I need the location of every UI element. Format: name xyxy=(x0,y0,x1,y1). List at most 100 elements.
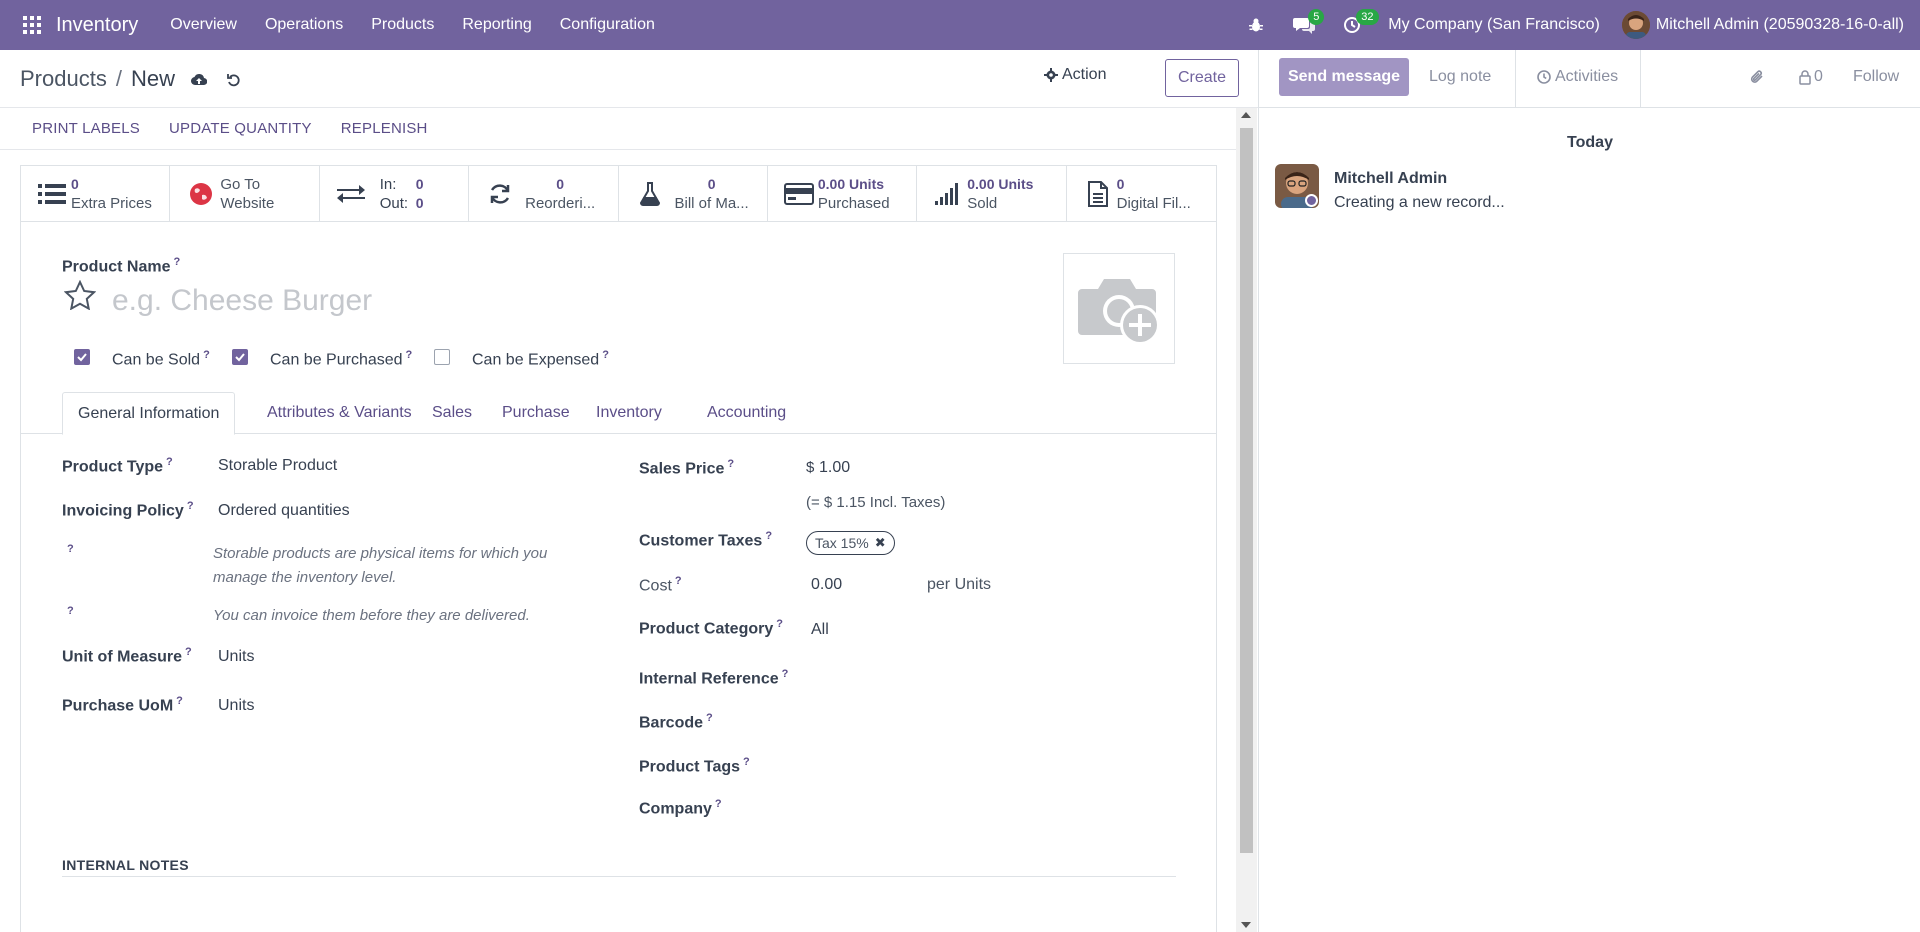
purchased-button[interactable]: 0.00 Units Purchased xyxy=(768,166,918,222)
internal-notes-heading: INTERNAL NOTES xyxy=(62,857,189,873)
unit-of-measure-label: Unit of Measure? xyxy=(62,646,192,666)
app-name[interactable]: Inventory xyxy=(56,14,138,37)
discard-undo-icon[interactable] xyxy=(227,66,241,92)
product-name-input[interactable]: e.g. Cheese Burger xyxy=(112,284,372,318)
company-input[interactable] xyxy=(806,796,1176,822)
globe-icon xyxy=(186,179,216,209)
product-name-label: Product Name? xyxy=(62,256,181,276)
extra-prices-count: 0 xyxy=(71,176,79,192)
product-type-select[interactable]: Storable Product xyxy=(218,457,337,475)
tab-purchase[interactable]: Purchase xyxy=(487,392,585,434)
price-incl-taxes: (= $ 1.15 Incl. Taxes) xyxy=(806,494,946,511)
follow-button[interactable]: Follow xyxy=(1853,68,1899,86)
invoicing-policy-select[interactable]: Ordered quantities xyxy=(218,502,350,520)
remove-tag-icon[interactable]: ✖ xyxy=(875,535,886,551)
smart-buttons: 0 Extra Prices Go To Website In: 0 Out: 0 xyxy=(21,166,1216,222)
flask-icon xyxy=(635,179,665,209)
product-image-upload[interactable] xyxy=(1063,253,1175,364)
in-label: In: xyxy=(379,176,397,193)
log-note-button[interactable]: Log note xyxy=(1429,68,1491,86)
product-category-field[interactable]: All xyxy=(811,621,829,639)
activities-clock-icon[interactable]: 32 xyxy=(1334,0,1379,50)
tab-sales[interactable]: Sales xyxy=(417,392,487,434)
menu-operations[interactable]: Operations xyxy=(251,16,357,34)
menu-products[interactable]: Products xyxy=(357,16,448,34)
purchased-label: Purchased xyxy=(817,195,890,212)
date-separator: Today xyxy=(1567,134,1613,151)
print-labels-button[interactable]: PRINT LABELS xyxy=(32,120,140,137)
internal-notes-editor[interactable] xyxy=(62,882,1176,922)
tab-attributes-variants[interactable]: Attributes & Variants xyxy=(252,392,427,434)
product-category-label: Product Category? xyxy=(639,618,783,638)
messages-count-badge: 5 xyxy=(1308,9,1325,25)
app-menu-grid-icon[interactable] xyxy=(16,9,48,41)
help-mark: ? xyxy=(67,543,74,555)
menu-overview[interactable]: Overview xyxy=(156,16,251,34)
chatter-divider xyxy=(1515,50,1516,108)
credit-card-icon xyxy=(783,179,814,209)
sold-qty: 0.00 Units xyxy=(967,176,1034,192)
in-out-moves-button[interactable]: In: 0 Out: 0 xyxy=(320,166,470,222)
scrollbar-thumb[interactable] xyxy=(1240,128,1253,853)
cost-input[interactable]: 0.00 xyxy=(811,576,842,594)
barcode-label: Barcode? xyxy=(639,712,713,732)
breadcrumb: Products / New xyxy=(20,66,241,92)
save-cloud-icon[interactable] xyxy=(190,66,207,92)
update-quantity-button[interactable]: UPDATE QUANTITY xyxy=(169,120,312,137)
chatter-topbar: Send message Log note Activities 0 Follo… xyxy=(1259,50,1920,108)
reordering-label: Reorderi... xyxy=(525,195,596,212)
message-author[interactable]: Mitchell Admin xyxy=(1334,170,1447,188)
menu-reporting[interactable]: Reporting xyxy=(448,16,545,34)
digital-files-button[interactable]: 0 Digital Fil... xyxy=(1067,166,1216,222)
favorite-star-icon[interactable] xyxy=(63,279,97,315)
company-switcher[interactable]: My Company (San Francisco) xyxy=(1388,16,1600,34)
scroll-up-arrow-icon[interactable] xyxy=(1241,112,1251,118)
activities-label: Activities xyxy=(1555,68,1619,85)
tab-inventory[interactable]: Inventory xyxy=(581,392,677,434)
debug-bug-icon[interactable] xyxy=(1238,0,1274,50)
messages-chat-icon[interactable]: 5 xyxy=(1286,0,1325,50)
followers-button[interactable]: 0 xyxy=(1799,68,1823,86)
form-scrollbar[interactable] xyxy=(1236,108,1257,932)
action-menu-button[interactable]: Action xyxy=(1044,66,1106,84)
can-be-purchased-checkbox[interactable] xyxy=(232,349,248,365)
in-value: 0 xyxy=(415,176,424,192)
can-be-sold-label: Can be Sold? xyxy=(112,349,210,369)
extra-prices-button[interactable]: 0 Extra Prices xyxy=(21,166,171,222)
scroll-down-arrow-icon[interactable] xyxy=(1241,922,1251,928)
send-message-button[interactable]: Send message xyxy=(1279,58,1409,96)
internal-reference-input[interactable] xyxy=(806,666,1176,692)
unit-of-measure-field[interactable]: Units xyxy=(218,648,254,666)
reordering-rules-button[interactable]: 0 Reorderi... xyxy=(469,166,619,222)
camera-plus-icon xyxy=(1078,278,1160,345)
replenish-button[interactable]: REPLENISH xyxy=(341,120,428,137)
breadcrumb-products-link[interactable]: Products xyxy=(20,66,107,92)
menu-configuration[interactable]: Configuration xyxy=(546,16,669,34)
bill-of-materials-button[interactable]: 0 Bill of Ma... xyxy=(619,166,768,222)
purchase-uom-field[interactable]: Units xyxy=(218,697,254,715)
create-button[interactable]: Create xyxy=(1165,59,1239,97)
user-menu[interactable]: Mitchell Admin (20590328-16-0-all) xyxy=(1621,11,1904,39)
can-be-sold-checkbox[interactable] xyxy=(74,349,90,365)
sold-label: Sold xyxy=(967,195,998,212)
can-be-expensed-checkbox[interactable] xyxy=(434,349,450,365)
paperclip-icon[interactable] xyxy=(1749,68,1765,91)
barcode-input[interactable] xyxy=(806,710,1176,736)
tab-accounting[interactable]: Accounting xyxy=(692,392,801,434)
out-value: 0 xyxy=(415,195,424,211)
tab-general-information[interactable]: General Information xyxy=(62,392,236,435)
activities-button[interactable]: Activities xyxy=(1537,68,1618,86)
go-to-website-button[interactable]: Go To Website xyxy=(170,166,320,222)
bom-count: 0 xyxy=(707,176,716,192)
gear-icon xyxy=(1044,68,1058,82)
internal-reference-label: Internal Reference? xyxy=(639,668,789,688)
product-type-hint: Storable products are physical items for… xyxy=(213,545,548,586)
tax-tag: Tax 15% ✖ xyxy=(806,531,895,555)
digital-label: Digital Fil... xyxy=(1116,195,1191,212)
purchase-uom-label: Purchase UoM? xyxy=(62,695,183,715)
sales-price-input[interactable]: 1.00 xyxy=(819,459,850,477)
product-tags-input[interactable] xyxy=(806,754,1176,780)
signal-bars-icon xyxy=(933,179,963,209)
sold-button[interactable]: 0.00 Units Sold xyxy=(917,166,1067,222)
refresh-icon xyxy=(485,179,515,209)
